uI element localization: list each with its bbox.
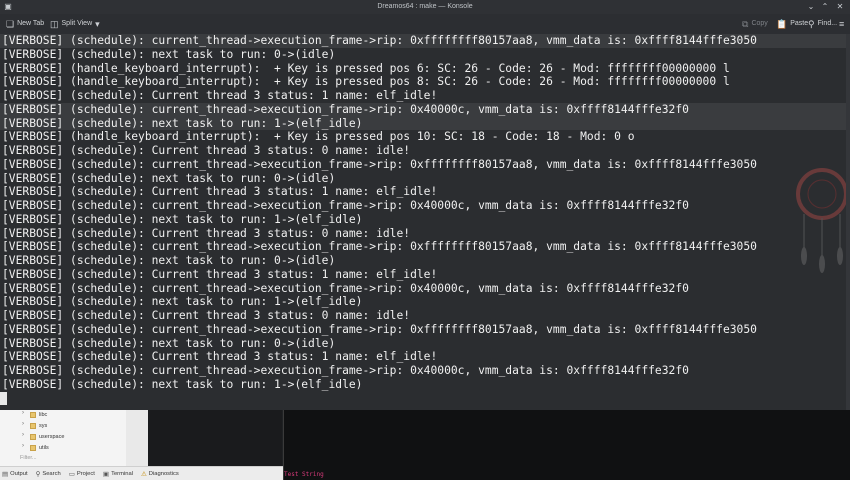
folder-icon [30,423,36,429]
terminal-line: [VERBOSE] (schedule): current_thread->ex… [2,102,689,116]
maximize-icon[interactable]: ⌃ [820,2,830,12]
dreamcatcher-wallpaper [796,168,848,273]
window-title: Dreamos64 : make — Konsole [377,3,473,10]
tree-item-libc[interactable]: libc [30,410,47,420]
project-label: Project [76,470,95,477]
terminal-label: Terminal [111,470,133,477]
editor-pane[interactable] [148,410,282,466]
terminal-icon: ▣ [102,470,110,478]
terminal-line: [VERBOSE] (schedule): Current thread 3 s… [2,185,438,199]
folder-icon [30,434,36,440]
terminal-line: [VERBOSE] (schedule): next task to run: … [2,212,363,226]
chevron-right-icon[interactable]: › [22,432,24,438]
konsole-window: ▣ Dreamos64 : make — Konsole ⌄ ⌃ ✕ ❏ New… [0,0,850,410]
paste-label: Paste [790,20,809,27]
terminal-line: [VERBOSE] (schedule): Current thread 3 s… [2,226,411,240]
tree-item-utils[interactable]: utils [30,443,49,453]
minimize-icon[interactable]: ⌄ [806,2,816,12]
terminal-line: [VERBOSE] (schedule): next task to run: … [2,295,363,309]
close-icon[interactable]: ✕ [835,2,845,12]
paste-button[interactable]: 📋 Paste [776,17,808,31]
tree-item-label: utils [39,445,49,451]
tree-item-label: userspace [39,434,65,440]
terminal-lines: [VERBOSE] (schedule): current_thread->ex… [2,34,757,392]
new-tab-icon: ❏ [6,19,15,29]
folder-icon [30,412,36,418]
console-pane[interactable] [283,410,850,480]
search-icon: ⚲ [35,470,41,478]
new-tab-button[interactable]: ❏ New Tab [6,17,44,31]
title-bar[interactable]: ▣ Dreamos64 : make — Konsole ⌄ ⌃ ✕ [0,0,850,15]
terminal-line: [VERBOSE] (schedule): current_thread->ex… [2,199,689,212]
warning-icon: ⚠ [140,470,147,478]
terminal-line: [VERBOSE] (schedule): current_thread->ex… [2,322,757,336]
find-button[interactable]: ⚲ Find... [808,17,837,31]
terminal-line: [VERBOSE] (schedule): current_thread->ex… [2,34,757,47]
terminal-line: [VERBOSE] (handle_keyboard_interrupt): +… [2,61,730,75]
tree-item-userspace[interactable]: userspace [30,432,64,442]
split-view-icon: ◫ [50,19,59,29]
new-tab-label: New Tab [17,20,45,27]
terminal-line: [VERBOSE] (schedule): current_thread->ex… [2,364,689,377]
ide-status-bar: ▤ Output ⚲ Search ▭ Project ▣ Terminal ⚠… [0,466,283,480]
terminal-output[interactable]: [VERBOSE] (schedule): current_thread->ex… [0,34,850,410]
scrollbar[interactable] [846,34,850,410]
search-icon: ⚲ [808,19,815,29]
tree-item-label: libc [39,412,48,418]
terminal-tab[interactable]: ▣ Terminal [103,470,133,478]
chevron-right-icon[interactable]: › [22,421,24,427]
tree-item-sys[interactable]: sys [30,421,47,431]
terminal-cursor [0,392,7,405]
project-icon: ▭ [68,470,75,478]
output-label: Output [10,470,28,477]
terminal-line: [VERBOSE] (schedule): next task to run: … [2,171,336,185]
chevron-right-icon[interactable]: › [22,443,24,449]
terminal-line: [VERBOSE] (handle_keyboard_interrupt): +… [2,130,635,144]
terminal-line: [VERBOSE] (schedule): Current thread 3 s… [2,309,411,322]
split-view-label: Split View [61,20,93,27]
search-tab[interactable]: ⚲ Search [36,470,61,478]
terminal-line: [VERBOSE] (schedule): next task to run: … [2,377,363,391]
terminal-line: [VERBOSE] (schedule): next task to run: … [2,116,363,130]
paste-icon: 📋 [776,19,788,29]
search-label: Search [42,470,61,477]
copy-label: Copy [751,20,768,27]
side-pane [126,410,148,466]
toolbar: ❏ New Tab ◫ Split View ▾ ⧉ Copy 📋 Paste … [0,14,850,35]
terminal-line: [VERBOSE] (schedule): next task to run: … [2,254,336,267]
output-tab[interactable]: ▤ Output [2,470,28,478]
output-icon: ▤ [2,470,9,478]
find-label: Find... [817,20,838,27]
terminal-line: [VERBOSE] (schedule): Current thread 3 s… [2,350,438,364]
project-tab[interactable]: ▭ Project [69,470,95,478]
terminal-line: [VERBOSE] (schedule): current_thread->ex… [2,157,757,171]
terminal-line: [VERBOSE] (schedule): current_thread->ex… [2,281,689,295]
terminal-line: [VERBOSE] (schedule): current_thread->ex… [2,240,757,254]
tree-item-label: sys [39,423,48,429]
terminal-line: [VERBOSE] (schedule): Current thread 3 s… [2,267,438,281]
menu-button[interactable]: ≡ [839,17,844,31]
terminal-line: [VERBOSE] (schedule): Current thread 3 s… [2,89,438,102]
split-view-button[interactable]: ◫ Split View ▾ [50,17,100,31]
copy-button[interactable]: ⧉ Copy [742,17,768,31]
terminal-line: [VERBOSE] (handle_keyboard_interrupt): +… [2,75,730,89]
terminal-line: [VERBOSE] (schedule): Current thread 3 s… [2,144,411,157]
diagnostics-tab[interactable]: ⚠ Diagnostics [141,470,179,478]
hamburger-menu-icon: ≡ [839,19,845,29]
terminal-line: [VERBOSE] (schedule): next task to run: … [2,336,336,350]
diagnostics-label: Diagnostics [148,470,179,477]
chevron-down-icon: ▾ [95,19,100,29]
terminal-line: [VERBOSE] (schedule): next task to run: … [2,47,336,61]
folder-icon [30,445,36,451]
filter-input[interactable]: Filter... [20,455,37,461]
chevron-right-icon[interactable]: › [22,410,24,416]
console-output-text: Test String [284,471,324,478]
copy-icon: ⧉ [742,19,749,29]
